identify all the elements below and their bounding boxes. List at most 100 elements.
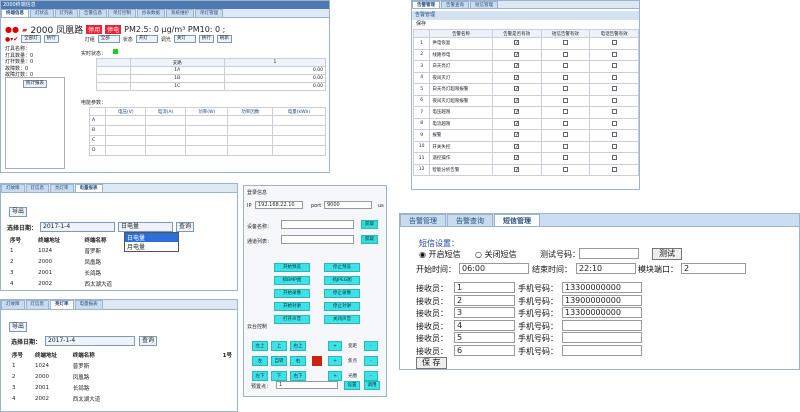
- ptz-dir-2[interactable]: 右上: [290, 341, 306, 351]
- alarm-checkbox[interactable]: [514, 109, 520, 115]
- alarm-checkbox[interactable]: [562, 74, 568, 80]
- alarm-checkbox[interactable]: [611, 109, 617, 115]
- alarm-checkbox[interactable]: [514, 74, 520, 80]
- report2-tab-2[interactable]: 亮灯率: [50, 300, 74, 309]
- sms-off-radio[interactable]: ○ 关闭短信: [475, 249, 517, 260]
- alarm-checkbox[interactable]: [562, 143, 568, 149]
- receiver-input[interactable]: 4: [454, 319, 515, 331]
- ptz-stop-icon[interactable]: [312, 356, 322, 366]
- ptz-side-0[interactable]: +: [328, 341, 342, 351]
- ptz-dir-6[interactable]: 左下: [252, 371, 268, 381]
- port-input[interactable]: 9000: [324, 201, 372, 209]
- ptz-dir-3[interactable]: 左: [252, 356, 268, 366]
- device-select[interactable]: [281, 220, 354, 229]
- alarm-tab-2[interactable]: 短信管理: [470, 1, 498, 8]
- end-time-input[interactable]: 22:10: [576, 263, 636, 274]
- alarm-checkbox[interactable]: [562, 109, 568, 115]
- alarm-tab-1[interactable]: 告警查询: [441, 1, 469, 8]
- query-button-1[interactable]: 查询: [176, 222, 195, 232]
- phone-input[interactable]: [562, 332, 642, 343]
- report1-tab-1[interactable]: 灯信息: [25, 184, 49, 192]
- alarm-checkbox[interactable]: [611, 132, 617, 138]
- refresh-button[interactable]: 刷新: [216, 35, 232, 43]
- preset-call-button[interactable]: 调用: [364, 381, 380, 390]
- date-input-1[interactable]: 2017-1-4: [40, 222, 116, 232]
- ptz-side-5[interactable]: -: [364, 356, 378, 366]
- alarm-save-button[interactable]: 保存: [416, 21, 426, 27]
- alarm-checkbox[interactable]: [514, 143, 520, 149]
- terminal-tab-6[interactable]: 系统维护: [166, 9, 194, 17]
- video-btn-6[interactable]: 开始对讲: [274, 302, 310, 311]
- phone-input[interactable]: 13300000000: [562, 282, 642, 293]
- start-time-input[interactable]: 06:00: [459, 263, 529, 274]
- alarm-checkbox[interactable]: [611, 143, 617, 149]
- ptz-side-3[interactable]: +: [328, 356, 342, 366]
- sms-tab-2[interactable]: 短信管理: [494, 214, 540, 226]
- ptz-side-8[interactable]: -: [364, 371, 378, 381]
- export-button-1[interactable]: 导出: [9, 207, 28, 217]
- receiver-input[interactable]: 3: [454, 307, 515, 318]
- ptz-dir-4[interactable]: 自转: [271, 356, 287, 366]
- alarm-checkbox[interactable]: [611, 74, 617, 80]
- terminal-tab-1[interactable]: 灯状态: [30, 9, 54, 17]
- video-btn-0[interactable]: 开始预览: [274, 263, 310, 272]
- ptz-dir-5[interactable]: 右: [290, 356, 306, 366]
- alarm-checkbox[interactable]: [611, 51, 617, 57]
- ptz-dir-0[interactable]: 左上: [252, 341, 268, 351]
- ptz-side-2[interactable]: -: [364, 341, 378, 351]
- report2-tab-3[interactable]: 电量报表: [74, 300, 103, 309]
- alarm-checkbox[interactable]: [562, 86, 568, 92]
- alarm-checkbox[interactable]: [562, 97, 568, 103]
- group-select[interactable]: 全部: [97, 35, 120, 43]
- alarm-checkbox[interactable]: [611, 120, 617, 126]
- ptz-dir-8[interactable]: 右下: [290, 371, 306, 381]
- report1-tab-2[interactable]: 亮灯率: [50, 184, 74, 192]
- alarm-checkbox[interactable]: [562, 155, 568, 161]
- ptz-side-6[interactable]: +: [328, 371, 342, 381]
- test-number-input[interactable]: [579, 248, 639, 259]
- dim-select[interactable]: 关灯: [173, 35, 196, 43]
- alarm-checkbox[interactable]: [562, 63, 568, 69]
- alarm-checkbox[interactable]: [514, 40, 520, 46]
- terminal-tab-4[interactable]: 单灯控制: [108, 9, 136, 17]
- video-btn-2[interactable]: 抓BMP图: [274, 276, 310, 285]
- phone-input[interactable]: 13900000000: [562, 294, 642, 306]
- report2-tab-0[interactable]: 灯故障: [1, 300, 25, 309]
- terminal-tab-2[interactable]: 灯列表: [54, 9, 78, 17]
- receiver-input[interactable]: 2: [454, 294, 515, 306]
- terminal-tab-5[interactable]: 抄表数据: [137, 9, 165, 17]
- video-btn-8[interactable]: 打开声音: [274, 315, 310, 324]
- alarm-checkbox[interactable]: [562, 51, 568, 57]
- alarm-checkbox[interactable]: [611, 97, 617, 103]
- alarm-checkbox[interactable]: [562, 166, 568, 172]
- terminal-tab-0[interactable]: 终端信息: [1, 9, 29, 17]
- receiver-input[interactable]: 1: [454, 282, 515, 293]
- video-btn-3[interactable]: 抓JPEG图: [324, 276, 360, 285]
- alarm-checkbox[interactable]: [514, 155, 520, 161]
- execute-button-1[interactable]: 执行: [43, 35, 59, 43]
- alarm-checkbox[interactable]: [611, 155, 617, 161]
- alarm-checkbox[interactable]: [514, 120, 520, 126]
- phone-input[interactable]: [562, 344, 642, 356]
- state-select[interactable]: 开灯: [135, 35, 158, 43]
- preset-select[interactable]: 1: [276, 381, 338, 389]
- report1-tab-0[interactable]: 灯故障: [1, 184, 25, 192]
- alarm-checkbox[interactable]: [514, 166, 520, 172]
- receiver-input[interactable]: 5: [454, 332, 515, 343]
- execute-button-2[interactable]: 执行: [198, 35, 214, 43]
- alarm-checkbox[interactable]: [514, 63, 520, 69]
- video-btn-7[interactable]: 停止对讲: [324, 302, 360, 311]
- sms-on-radio[interactable]: ◉ 开启短信: [419, 249, 461, 260]
- video-btn-1[interactable]: 停止预览: [324, 263, 360, 272]
- sms-save-button[interactable]: 保 存: [416, 357, 447, 369]
- sms-tab-1[interactable]: 告警查询: [447, 214, 493, 226]
- energy-type-select[interactable]: 日电量: [118, 222, 174, 232]
- alarm-checkbox[interactable]: [514, 51, 520, 57]
- module-port-input[interactable]: 2: [681, 263, 746, 274]
- terminal-tab-7[interactable]: 单灯管理: [195, 9, 223, 17]
- alarm-checkbox[interactable]: [514, 86, 520, 92]
- ptz-dir-7[interactable]: 下: [271, 371, 287, 381]
- sms-tab-0[interactable]: 告警管理: [400, 214, 446, 226]
- get-channel-button[interactable]: 获取: [361, 235, 378, 244]
- alarm-checkbox[interactable]: [514, 97, 520, 103]
